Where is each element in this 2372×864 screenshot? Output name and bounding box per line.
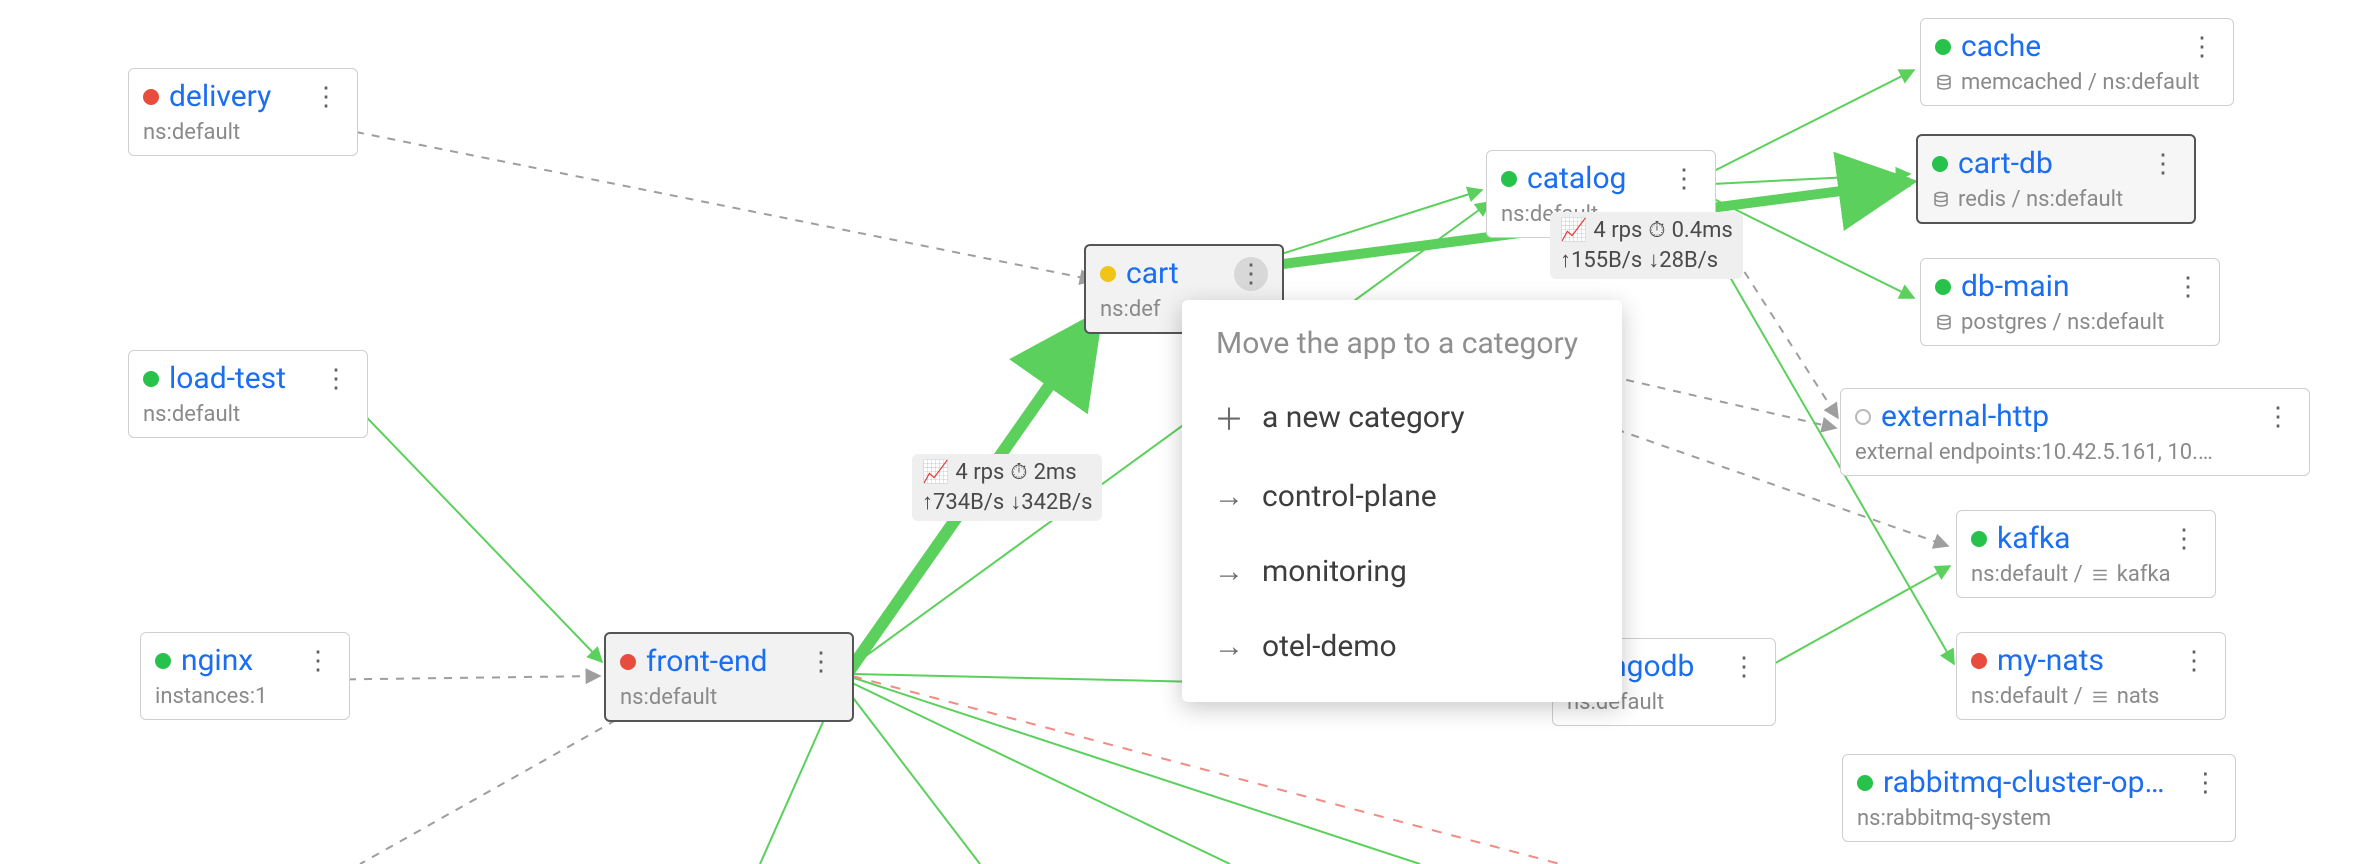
node-subtitle: ns:default [620, 685, 838, 710]
menu-item-control-plane[interactable]: → control-plane [1182, 459, 1622, 534]
node-delivery[interactable]: delivery ⋮ ns:default [128, 68, 358, 156]
status-dot [1971, 531, 1987, 547]
node-title: front-end [646, 644, 767, 679]
status-dot [1935, 279, 1951, 295]
more-icon[interactable]: ⋮ [2146, 147, 2180, 181]
menu-item-label: control-plane [1262, 479, 1437, 514]
node-subtitle: ns:rabbitmq-system [1857, 806, 2221, 831]
menu-item-label: otel-demo [1262, 629, 1397, 664]
status-dot [143, 371, 159, 387]
node-cart-db[interactable]: cart-db ⋮ redis / ns:default [1916, 134, 2196, 224]
more-icon[interactable]: ⋮ [2185, 30, 2219, 64]
status-dot [1971, 653, 1987, 669]
menu-item-monitoring[interactable]: → monitoring [1182, 534, 1622, 609]
node-subtitle: ns:default [143, 402, 353, 427]
node-title: db-main [1961, 269, 2070, 304]
more-icon[interactable]: ⋮ [2190, 766, 2221, 800]
plus-icon: ＋ [1216, 395, 1242, 439]
node-subtitle: ns:default / nats [1971, 684, 2211, 709]
status-dot [1501, 171, 1517, 187]
arrow-right-icon: → [1216, 554, 1242, 589]
node-title: external-http [1881, 399, 2049, 434]
stack-icon [2091, 567, 2109, 583]
node-nginx[interactable]: nginx ⋮ instances:1 [140, 632, 350, 720]
node-subtitle: ns:default [143, 120, 343, 145]
node-title: cart [1126, 256, 1179, 291]
more-icon[interactable]: ⋮ [301, 644, 335, 678]
status-dot [620, 654, 636, 670]
arrow-right-icon: → [1216, 629, 1242, 664]
more-icon[interactable]: ⋮ [1727, 650, 1761, 684]
chart-icon: 📈 [1560, 216, 1587, 246]
menu-item-label: a new category [1262, 400, 1465, 435]
node-title: cache [1961, 29, 2041, 64]
status-dot [1857, 775, 1873, 791]
node-title: rabbitmq-cluster-opera… [1883, 765, 2180, 800]
node-cache[interactable]: cache ⋮ memcached / ns:default [1920, 18, 2234, 106]
node-subtitle: postgres / ns:default [1935, 310, 2205, 335]
menu-item-otel-demo[interactable]: → otel-demo [1182, 609, 1622, 684]
clock-icon: ⏱ [1010, 458, 1027, 488]
status-dot [155, 653, 171, 669]
node-title: my-nats [1997, 643, 2104, 678]
node-subtitle: ns:default / kafka [1971, 562, 2201, 587]
node-title: kafka [1997, 521, 2070, 556]
status-dot [143, 89, 159, 105]
node-subtitle: redis / ns:default [1932, 187, 2180, 212]
arrow-right-icon: → [1216, 479, 1242, 514]
more-icon[interactable]: ⋮ [2261, 400, 2295, 434]
chart-icon: 📈 [922, 458, 949, 488]
node-subtitle: instances:1 [155, 684, 335, 709]
node-title: load-test [169, 361, 286, 396]
node-rabbitmq[interactable]: rabbitmq-cluster-opera… ⋮ ns:rabbitmq-sy… [1842, 754, 2236, 842]
more-icon[interactable]: ⋮ [319, 362, 353, 396]
database-icon [1932, 191, 1950, 209]
node-external-http[interactable]: external-http ⋮ external endpoints:10.42… [1840, 388, 2310, 476]
context-menu[interactable]: Move the app to a category ＋ a new categ… [1182, 300, 1622, 702]
more-icon[interactable]: ⋮ [1234, 257, 1268, 291]
database-icon [1935, 74, 1953, 92]
node-title: cart-db [1958, 146, 2053, 181]
node-load-test[interactable]: load-test ⋮ ns:default [128, 350, 368, 438]
node-kafka[interactable]: kafka ⋮ ns:default / kafka [1956, 510, 2216, 598]
menu-item-label: monitoring [1262, 554, 1407, 589]
stack-icon [2091, 689, 2109, 705]
more-icon[interactable]: ⋮ [1667, 162, 1701, 196]
node-db-main[interactable]: db-main ⋮ postgres / ns:default [1920, 258, 2220, 346]
more-icon[interactable]: ⋮ [2167, 522, 2201, 556]
more-icon[interactable]: ⋮ [804, 645, 838, 679]
node-title: nginx [181, 643, 253, 678]
clock-icon: ⏱ [1648, 216, 1665, 246]
status-dot [1935, 39, 1951, 55]
status-dot [1932, 156, 1948, 172]
database-icon [1935, 314, 1953, 332]
node-front-end[interactable]: front-end ⋮ ns:default [604, 632, 854, 722]
node-title: catalog [1527, 161, 1626, 196]
edge-label-frontend-cart: 📈 4 rps ⏱ 2ms ↑734B/s ↓342B/s [912, 454, 1102, 521]
menu-item-new-category[interactable]: ＋ a new category [1182, 375, 1622, 459]
context-menu-title: Move the app to a category [1182, 326, 1622, 375]
node-title: delivery [169, 79, 271, 114]
status-dot [1855, 409, 1871, 425]
node-my-nats[interactable]: my-nats ⋮ ns:default / nats [1956, 632, 2226, 720]
more-icon[interactable]: ⋮ [309, 80, 343, 114]
more-icon[interactable]: ⋮ [2171, 270, 2205, 304]
node-subtitle: memcached / ns:default [1935, 70, 2219, 95]
edge-label-cart-cartdb: 📈 4 rps ⏱ 0.4ms ↑155B/s ↓28B/s [1550, 212, 1743, 279]
more-icon[interactable]: ⋮ [2177, 644, 2211, 678]
status-dot [1100, 266, 1116, 282]
node-subtitle: external endpoints:10.42.5.161, 10.… [1855, 440, 2295, 465]
